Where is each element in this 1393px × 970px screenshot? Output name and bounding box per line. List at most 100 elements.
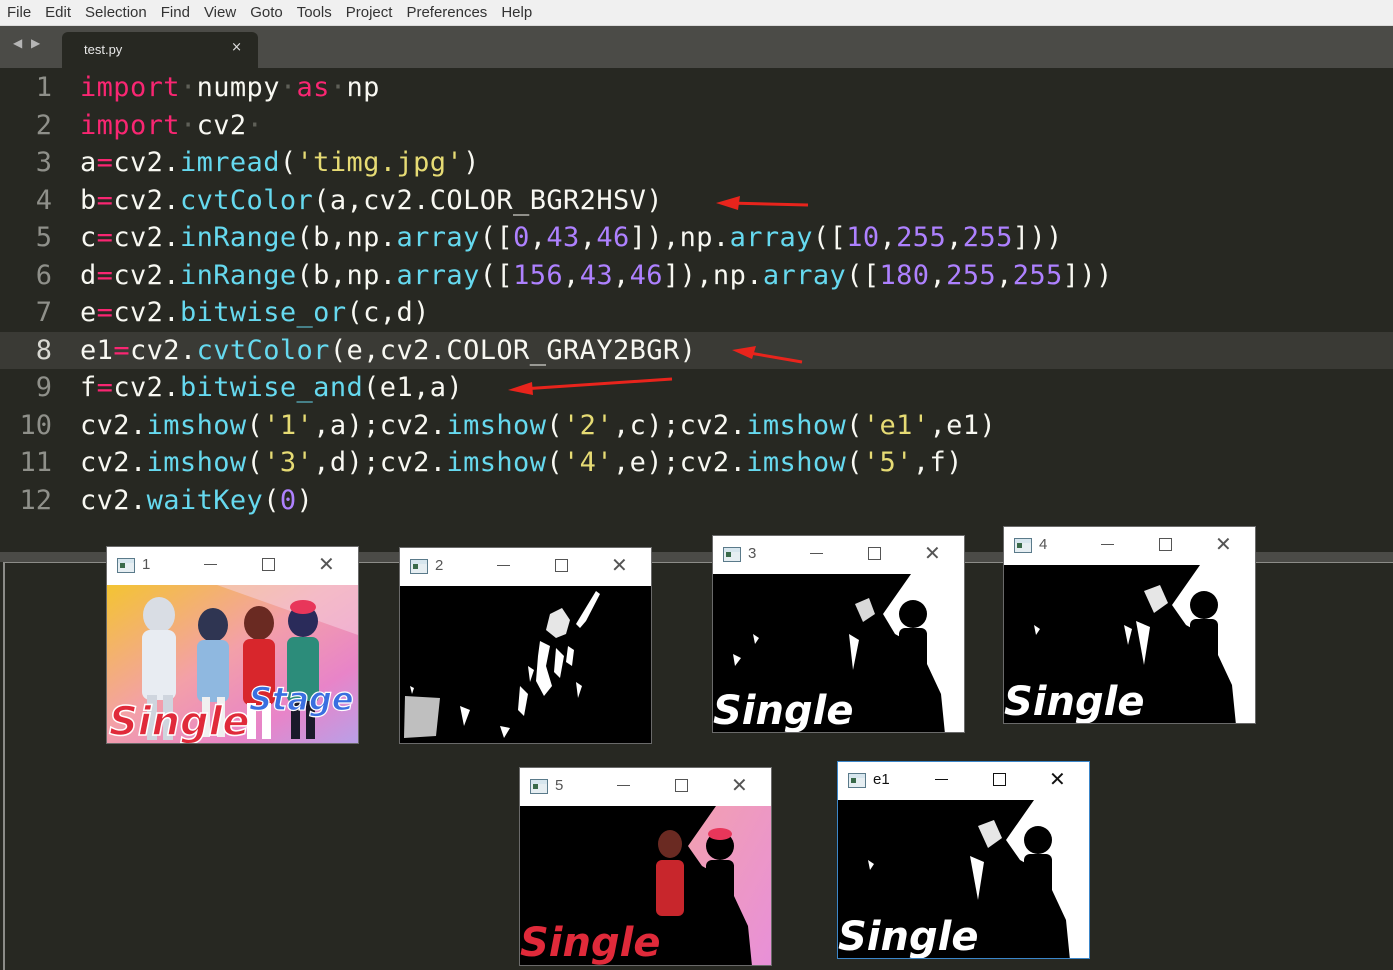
app-icon (410, 559, 428, 574)
window-title: 1 (142, 556, 151, 573)
image-mask-e: Single (1004, 565, 1255, 723)
maximize-icon[interactable] (1159, 538, 1172, 551)
cv-window-4[interactable]: 4 ✕ Single (1004, 527, 1255, 723)
line-number: 5 (35, 222, 52, 253)
code-editor[interactable]: 1 import·numpy·as·np 2 import·cv2· 3 a=c… (0, 68, 1393, 552)
menu-help[interactable]: Help (494, 0, 539, 25)
window-titlebar[interactable]: 1 ✕ (107, 547, 358, 585)
window-title: 3 (748, 545, 757, 562)
window-titlebar[interactable]: 5 ✕ (520, 768, 771, 806)
code-text[interactable]: cv2.waitKey(0) (80, 482, 313, 519)
menu-find[interactable]: Find (154, 0, 197, 25)
menu-selection[interactable]: Selection (78, 0, 154, 25)
code-text[interactable]: cv2.imshow('1',a);cv2.imshow('2',c);cv2.… (80, 407, 996, 444)
minimize-icon[interactable] (497, 557, 511, 571)
window-titlebar[interactable]: 2 ✕ (400, 548, 651, 586)
code-text[interactable]: cv2.imshow('3',d);cv2.imshow('4',e);cv2.… (80, 444, 963, 481)
line-number: 7 (35, 297, 52, 328)
minimize-icon[interactable] (617, 777, 631, 791)
code-line: 7 e=cv2.bitwise_or(c,d) (0, 294, 1393, 331)
nav-forward-icon[interactable]: ▶ (31, 36, 40, 50)
code-line: 10 cv2.imshow('1',a);cv2.imshow('2',c);c… (0, 407, 1393, 444)
menu-edit[interactable]: Edit (38, 0, 78, 25)
tab-test-py[interactable]: test.py × (62, 32, 258, 68)
app-icon (117, 558, 135, 573)
maximize-icon[interactable] (993, 773, 1006, 786)
code-text[interactable]: e=cv2.bitwise_or(c,d) (80, 294, 430, 331)
window-title: 4 (1039, 536, 1048, 553)
image-mask-d: Single (713, 574, 964, 732)
code-text[interactable]: d=cv2.inRange(b,np.array([156,43,46]),np… (80, 257, 1113, 294)
nav-back-icon[interactable]: ◀ (13, 36, 22, 50)
line-number: 1 (35, 72, 52, 103)
maximize-icon[interactable] (555, 559, 568, 572)
window-title: e1 (873, 771, 890, 788)
line-number: 3 (35, 147, 52, 178)
line-number: 12 (19, 484, 52, 516)
window-titlebar[interactable]: e1 ✕ (838, 762, 1089, 800)
image-mask-e1: Single (838, 800, 1089, 958)
minimize-icon[interactable] (1101, 536, 1115, 550)
cv-window-2[interactable]: 2 ✕ (400, 548, 651, 743)
tab-close-icon[interactable]: × (231, 40, 242, 55)
menu-tools[interactable]: Tools (290, 0, 339, 25)
code-text[interactable]: a=cv2.imread('timg.jpg') (80, 144, 480, 181)
minimize-icon[interactable] (935, 771, 949, 785)
cv-window-e1[interactable]: e1 ✕ Single (838, 762, 1089, 958)
code-line: 12 cv2.waitKey(0) (0, 482, 1393, 519)
code-line: 9 f=cv2.bitwise_and(e1,a) (0, 369, 1393, 406)
maximize-icon[interactable] (262, 558, 275, 571)
code-line: 6 d=cv2.inRange(b,np.array([156,43,46]),… (0, 257, 1393, 294)
code-text[interactable]: import·cv2· (80, 107, 263, 144)
menu-preferences[interactable]: Preferences (399, 0, 494, 25)
image-masked-f: Single (520, 806, 771, 965)
code-text[interactable]: e1=cv2.cvtColor(e,cv2.COLOR_GRAY2BGR) (80, 332, 696, 369)
close-icon[interactable]: ✕ (924, 541, 941, 565)
minimize-icon[interactable] (204, 556, 218, 570)
window-titlebar[interactable]: 3 ✕ (713, 536, 964, 574)
code-text[interactable]: import·numpy·as·np (80, 69, 380, 106)
close-icon[interactable]: ✕ (1049, 767, 1066, 791)
code-line: 5 c=cv2.inRange(b,np.array([0,43,46]),np… (0, 219, 1393, 256)
maximize-icon[interactable] (675, 779, 688, 792)
image-original: Single Stage (107, 585, 358, 743)
code-line: 3 a=cv2.imread('timg.jpg') (0, 144, 1393, 181)
window-title: 5 (555, 777, 564, 794)
code-text[interactable]: b=cv2.cvtColor(a,cv2.COLOR_BGR2HSV) (80, 182, 663, 219)
code-line: 4 b=cv2.cvtColor(a,cv2.COLOR_BGR2HSV) (0, 182, 1393, 219)
menu-file[interactable]: File (0, 0, 38, 25)
menu-goto[interactable]: Goto (243, 0, 290, 25)
line-number: 6 (35, 259, 52, 291)
code-line: 1 import·numpy·as·np (0, 69, 1393, 106)
minimize-icon[interactable] (810, 545, 824, 559)
cv-window-5[interactable]: 5 ✕ Single (520, 768, 771, 965)
close-icon[interactable]: ✕ (318, 552, 335, 576)
code-line: 11 cv2.imshow('3',d);cv2.imshow('4',e);c… (0, 444, 1393, 481)
maximize-icon[interactable] (868, 547, 881, 560)
cv-window-1[interactable]: 1 ✕ Single Stage (107, 547, 358, 743)
close-icon[interactable]: ✕ (1215, 532, 1232, 556)
menu-bar: File Edit Selection Find View Goto Tools… (0, 0, 1393, 26)
menu-view[interactable]: View (197, 0, 243, 25)
image-text-single: Single (109, 699, 249, 743)
app-icon (530, 779, 548, 794)
line-number: 2 (35, 109, 52, 141)
close-icon[interactable]: ✕ (611, 553, 628, 577)
app-icon (1014, 538, 1032, 553)
menu-project[interactable]: Project (339, 0, 400, 25)
line-number: 9 (35, 372, 52, 403)
code-text[interactable]: f=cv2.bitwise_and(e1,a) (80, 369, 463, 406)
image-text-single: Single (1004, 679, 1144, 723)
cv-window-3[interactable]: 3 ✕ Single (713, 536, 964, 732)
image-text-single: Single (520, 920, 660, 965)
line-number: 11 (19, 447, 52, 478)
image-mask-c (400, 586, 651, 743)
code-line: 2 import·cv2· (0, 107, 1393, 144)
line-number: 10 (19, 409, 52, 441)
tab-strip: ◀ ▶ test.py × (0, 26, 1393, 68)
code-text[interactable]: c=cv2.inRange(b,np.array([0,43,46]),np.a… (80, 219, 1063, 256)
code-line-current: 8 e1=cv2.cvtColor(e,cv2.COLOR_GRAY2BGR) (0, 331, 1393, 369)
app-icon (723, 547, 741, 562)
close-icon[interactable]: ✕ (731, 773, 748, 797)
window-titlebar[interactable]: 4 ✕ (1004, 527, 1255, 565)
